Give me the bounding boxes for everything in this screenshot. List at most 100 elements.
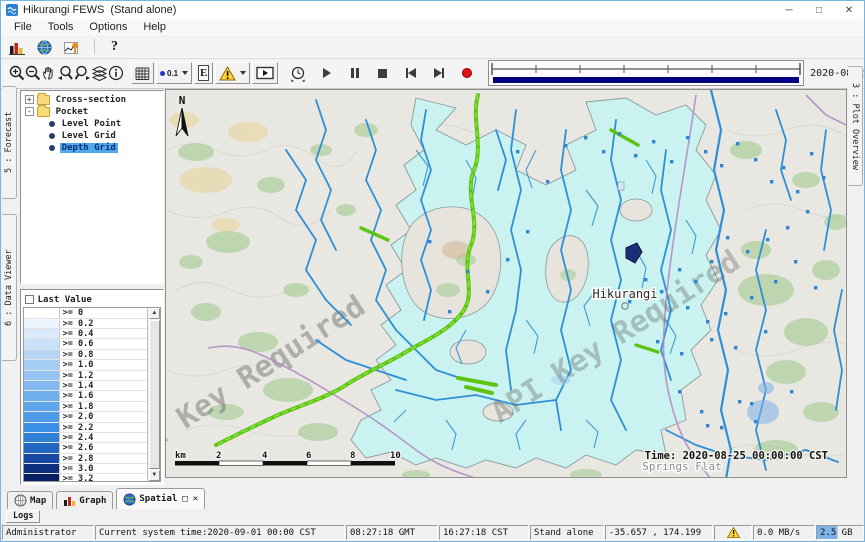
tree-item-label[interactable]: Level Point [60, 119, 124, 129]
level-point-marker[interactable] [750, 296, 753, 299]
elevation-scale-button[interactable]: E [194, 62, 213, 84]
menu-file[interactable]: File [7, 20, 39, 34]
level-point-marker[interactable] [754, 420, 757, 423]
level-point-marker[interactable] [564, 144, 567, 147]
scalar-display-button[interactable] [7, 37, 26, 57]
tab-close-icon[interactable]: ✕ [193, 494, 198, 504]
level-point-marker[interactable] [448, 310, 451, 313]
menu-tools[interactable]: Tools [41, 20, 81, 34]
level-point-marker[interactable] [726, 236, 729, 239]
tree-item[interactable]: Level Point [23, 118, 164, 130]
level-point-marker[interactable] [790, 390, 793, 393]
tab-spatial[interactable]: Spatial □ ✕ [116, 488, 205, 509]
level-point-marker[interactable] [786, 226, 789, 229]
level-point-marker[interactable] [764, 330, 767, 333]
level-point-marker[interactable] [694, 280, 697, 283]
tree-item-label[interactable]: Level Grid [60, 131, 118, 141]
level-point-marker[interactable] [506, 258, 509, 261]
warnings-button[interactable] [215, 62, 250, 84]
level-point-marker[interactable] [806, 210, 809, 213]
level-point-marker[interactable] [774, 280, 777, 283]
level-point-marker[interactable] [706, 320, 709, 323]
level-point-marker[interactable] [634, 154, 637, 157]
level-point-marker[interactable] [670, 160, 673, 163]
spatial-display-button[interactable] [35, 37, 54, 57]
level-point-marker[interactable] [656, 340, 659, 343]
tab-plot-overview[interactable]: 3 : Plot Overview [848, 66, 863, 186]
play-button[interactable] [317, 63, 336, 83]
level-point-marker[interactable] [704, 150, 707, 153]
status-warning[interactable] [714, 525, 752, 540]
animation-settings-button[interactable] [289, 63, 307, 83]
level-point-marker[interactable] [766, 238, 769, 241]
level-point-marker[interactable] [810, 152, 813, 155]
tab-map[interactable]: Map [7, 491, 53, 509]
scrollbar-thumb[interactable] [149, 320, 160, 469]
level-point-marker[interactable] [686, 136, 689, 139]
profile-display-button[interactable] [63, 37, 82, 57]
level-point-marker[interactable] [720, 164, 723, 167]
level-point-marker[interactable] [546, 180, 549, 183]
stop-button[interactable] [373, 63, 392, 83]
last-value-checkbox[interactable] [25, 295, 34, 304]
scroll-up-icon[interactable]: ▲ [149, 308, 160, 319]
level-point-marker[interactable] [822, 176, 825, 179]
tree-item-label[interactable]: Cross-section [54, 95, 128, 105]
level-point-marker[interactable] [486, 290, 489, 293]
close-button[interactable]: ✕ [834, 1, 864, 19]
level-point-marker[interactable] [736, 142, 739, 145]
level-point-marker[interactable] [686, 306, 689, 309]
zoom-next-button[interactable] [74, 63, 91, 83]
level-point-marker[interactable] [678, 268, 681, 271]
tab-data-viewer[interactable]: 6 : Data Viewer [2, 214, 17, 361]
level-point-marker[interactable] [738, 400, 741, 403]
level-point-marker[interactable] [706, 424, 709, 427]
zoom-in-button[interactable] [9, 63, 25, 83]
tree-expander[interactable]: + [25, 95, 34, 104]
tab-restore-icon[interactable]: □ [182, 494, 187, 504]
level-point-marker[interactable] [652, 140, 655, 143]
level-point-marker[interactable] [814, 286, 817, 289]
grid-display-button[interactable] [131, 62, 154, 84]
level-point-marker[interactable] [770, 180, 773, 183]
level-point-marker[interactable] [754, 158, 757, 161]
level-point-marker[interactable] [724, 312, 727, 315]
level-point-marker[interactable] [710, 260, 713, 263]
tab-graph[interactable]: Graph [56, 491, 113, 509]
help-button[interactable]: ? [107, 39, 122, 55]
contour-threshold-button[interactable]: 0.1 [156, 62, 192, 84]
tree-item[interactable]: - Pocket [23, 106, 164, 118]
level-point-marker[interactable] [720, 426, 723, 429]
level-point-marker[interactable] [428, 240, 431, 243]
tree-expander[interactable]: - [25, 107, 34, 116]
tree-item[interactable]: Depth Grid [23, 142, 164, 154]
tab-forecast[interactable]: 5 : Forecast [2, 86, 17, 199]
zoom-previous-button[interactable] [57, 63, 74, 83]
level-point-marker[interactable] [710, 338, 713, 341]
time-slider[interactable] [488, 60, 804, 86]
scroll-down-icon[interactable]: ▼ [149, 470, 160, 481]
menu-options[interactable]: Options [82, 20, 134, 34]
map-canvas[interactable]: API Key Required [166, 90, 846, 478]
level-point-marker[interactable] [516, 150, 519, 153]
level-point-marker[interactable] [584, 136, 587, 139]
level-point-marker[interactable] [794, 260, 797, 263]
level-point-marker[interactable] [618, 132, 621, 135]
logs-button[interactable]: Logs [6, 510, 40, 523]
info-button[interactable] [108, 63, 124, 83]
level-point-marker[interactable] [644, 278, 647, 281]
tree-item-label[interactable]: Pocket [54, 107, 91, 117]
level-point-marker[interactable] [750, 402, 753, 405]
zoom-out-button[interactable] [25, 63, 41, 83]
level-point-marker[interactable] [660, 290, 663, 293]
level-point-marker[interactable] [602, 150, 605, 153]
level-point-marker[interactable] [796, 190, 799, 193]
record-button[interactable] [457, 63, 476, 83]
level-point-marker[interactable] [700, 410, 703, 413]
level-point-marker[interactable] [782, 166, 785, 169]
menu-help[interactable]: Help [136, 20, 173, 34]
tree-item-label[interactable]: Depth Grid [60, 143, 118, 153]
level-point-marker[interactable] [734, 346, 737, 349]
last-frame-button[interactable] [429, 63, 448, 83]
level-point-marker[interactable] [526, 230, 529, 233]
